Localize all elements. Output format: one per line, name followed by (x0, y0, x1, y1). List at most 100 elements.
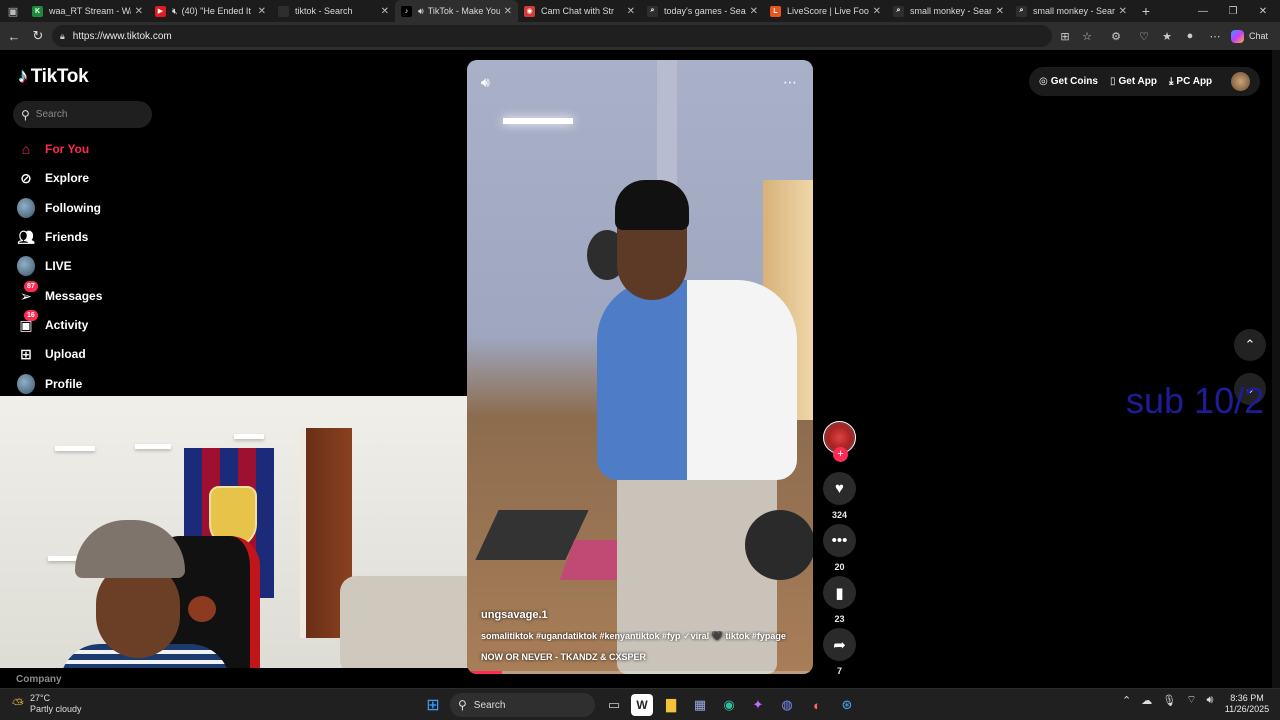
volume-icon[interactable]: 🔊︎ (481, 74, 490, 91)
get-app-button[interactable]: ▯ Get App (1110, 76, 1157, 87)
browser-tab[interactable]: ♪ 🔊︎ TikTok - Make Your ✕ (395, 0, 518, 22)
store-icon[interactable]: ▦ (689, 694, 711, 716)
app-available-icon[interactable]: ⊞ (1056, 27, 1074, 45)
safari-like-icon[interactable]: ⊛ (836, 694, 858, 716)
upload-icon: ⊞ (20, 345, 32, 362)
speaker-icon[interactable]: 🔊︎ (1207, 694, 1214, 707)
weather-condition: Partly cloudy (30, 704, 82, 714)
tab-close-icon[interactable]: ✕ (627, 6, 635, 17)
profile-icon[interactable]: ● (1181, 27, 1199, 45)
browser-tab[interactable]: ▶ 🔇︎ (40) "He Ended It I ✕ (149, 0, 272, 22)
video-username[interactable]: ungsavage.1 (481, 609, 811, 621)
tab-title: small monkey - Search (910, 6, 992, 16)
app-icon[interactable]: ◐ (806, 694, 828, 716)
taskbar-search[interactable]: ⚲ Search (450, 693, 595, 717)
windows-start-icon[interactable]: ⊞ (422, 694, 444, 716)
restore-icon[interactable]: ❐ (1218, 0, 1248, 22)
sidebar-item-for-you[interactable]: ⌂ For You (17, 137, 89, 161)
microphone-icon[interactable]: 🎙︎ (1162, 694, 1176, 707)
tab-close-icon[interactable]: ✕ (135, 6, 143, 17)
tab-close-icon[interactable]: ✕ (996, 6, 1004, 17)
sidebar-item-friends[interactable]: 👥︎ Friends (17, 225, 88, 249)
tab-close-icon[interactable]: ✕ (873, 6, 881, 17)
video-caption: ungsavage.1 somalitiktok #ugandatiktok #… (481, 609, 811, 662)
video-player[interactable]: 🔊︎ ⋯ ungsavage.1 somalitiktok #ugandatik… (467, 60, 813, 674)
clock[interactable]: 8:36 PM 11/26/2025 (1222, 693, 1272, 715)
tray-chevron-icon[interactable]: ⌃ (1122, 694, 1131, 707)
search-input[interactable]: ⚲ Search (13, 101, 152, 128)
tab-favicon-icon: ▶ (155, 5, 166, 17)
minimize-icon[interactable]: — (1188, 0, 1218, 22)
sidebar-item-activity[interactable]: ▣ 16 Activity (17, 310, 88, 337)
previous-video-button[interactable]: ⌃ (1234, 329, 1266, 361)
send-icon: ➢ 87 (17, 281, 38, 305)
edge-icon[interactable]: ◉ (718, 694, 740, 716)
word-icon[interactable]: W (631, 694, 653, 716)
browser-tab[interactable]: ⌕ small monkey - Search ✕ (887, 0, 1010, 22)
pc-app-button[interactable]: ⤓ PC App (1169, 76, 1212, 87)
share-icon[interactable]: ➦ (823, 628, 856, 661)
sidebar-item-messages[interactable]: ➢ 87 Messages (17, 281, 102, 308)
discord-icon[interactable]: ◍ (776, 694, 798, 716)
sidebar-item-explore[interactable]: ⊘ Explore (17, 166, 89, 190)
copilot-chat-button[interactable]: Chat (1231, 25, 1277, 47)
video-music[interactable]: NOW OR NEVER - TKANDZ & CXSPER (481, 652, 811, 662)
creator-avatar[interactable]: + (823, 421, 856, 462)
like-count: 324 (831, 510, 848, 520)
tab-close-icon[interactable]: ✕ (258, 6, 266, 17)
task-view-icon[interactable]: ▭ (603, 694, 625, 716)
tab-muted-icon[interactable]: 🔇︎ (172, 6, 178, 17)
page-scrollbar[interactable] (1272, 50, 1280, 688)
browser-tab[interactable]: ◉ Cam Chat with Str ✕ (518, 0, 641, 22)
file-explorer-icon[interactable]: ▇ (660, 694, 682, 716)
weather-widget[interactable]: ⛅︎ 27°C Partly cloudy (12, 693, 82, 715)
sidebar-item-upload[interactable]: ⊞ Upload (17, 342, 86, 366)
browser-essentials-icon[interactable]: ♡ (1135, 27, 1153, 45)
extensions-icon[interactable]: ⚙ (1107, 27, 1125, 45)
copilot-taskbar-icon[interactable]: ✦ (747, 694, 769, 716)
browser-tab[interactable]: Kwaa_RT Stream - Watch ✕ (26, 0, 149, 22)
compass-icon: ⊘ (20, 169, 32, 186)
follow-plus-icon[interactable]: + (833, 447, 848, 462)
favorite-star-icon[interactable]: ☆ (1078, 27, 1096, 45)
comment-icon[interactable]: ••• (823, 524, 856, 557)
tab-close-icon[interactable]: ✕ (1119, 6, 1127, 17)
bookmark-icon[interactable]: ▮ (823, 576, 856, 609)
browser-tab[interactable]: ⌕ today's games - Search ✕ (641, 0, 764, 22)
back-icon[interactable]: ← (2, 24, 26, 48)
tiktok-logo[interactable]: ♪ TikTok (18, 65, 89, 88)
heart-icon[interactable]: ♥ (823, 472, 856, 505)
more-options-icon[interactable]: ⋯ (1206, 27, 1224, 45)
sidebar-item-label: Following (45, 201, 101, 215)
tab-close-icon[interactable]: ✕ (504, 6, 512, 17)
new-tab-button[interactable]: + (1133, 3, 1159, 19)
close-window-icon[interactable]: ✕ (1248, 0, 1278, 22)
video-hashtags[interactable]: somalitiktok #ugandatiktok #kenyantiktok… (481, 631, 811, 642)
tab-favicon-icon: ♪ (401, 5, 412, 17)
video-progress-bar[interactable] (467, 671, 813, 674)
browser-tab[interactable]: ⌕ small monkey - Search ✕ (1010, 0, 1133, 22)
tab-audio-icon[interactable]: 🔊︎ (418, 6, 424, 17)
tab-close-icon[interactable]: ✕ (750, 6, 758, 17)
tab-actions-icon[interactable]: ▣ (0, 0, 26, 22)
copilot-icon (1231, 29, 1244, 43)
sidebar-item-label: Profile (45, 377, 83, 391)
footer-company-link[interactable]: Company (16, 674, 62, 685)
sidebar-item-following[interactable]: Following (17, 196, 101, 220)
profile-avatar-icon (17, 374, 35, 394)
sidebar-item-profile[interactable]: Profile (17, 372, 82, 396)
sidebar-item-live[interactable]: LIVE (17, 254, 72, 278)
tab-close-icon[interactable]: ✕ (381, 6, 389, 17)
refresh-icon[interactable]: ↻ (26, 24, 50, 48)
browser-tab[interactable]: tiktok - Search ✕ (272, 0, 395, 22)
favorites-icon[interactable]: ★ (1158, 27, 1176, 45)
url-field[interactable]: 🔒︎ https://www.tiktok.com (52, 25, 1052, 47)
system-tray: ⌃ ☁ 🎙︎ ⌔ 🔊︎ (1122, 693, 1223, 707)
cloud-icon[interactable]: ☁ (1141, 694, 1152, 707)
search-icon: ⚲ (458, 698, 467, 712)
wifi-icon[interactable]: ⌔ (1186, 693, 1196, 707)
browser-tab[interactable]: L LiveScore | Live Footba ✕ (764, 0, 887, 22)
more-options-video-icon[interactable]: ⋯ (783, 74, 797, 91)
user-avatar[interactable] (1231, 72, 1250, 91)
get-coins-button[interactable]: ◎ Get Coins (1039, 76, 1098, 87)
